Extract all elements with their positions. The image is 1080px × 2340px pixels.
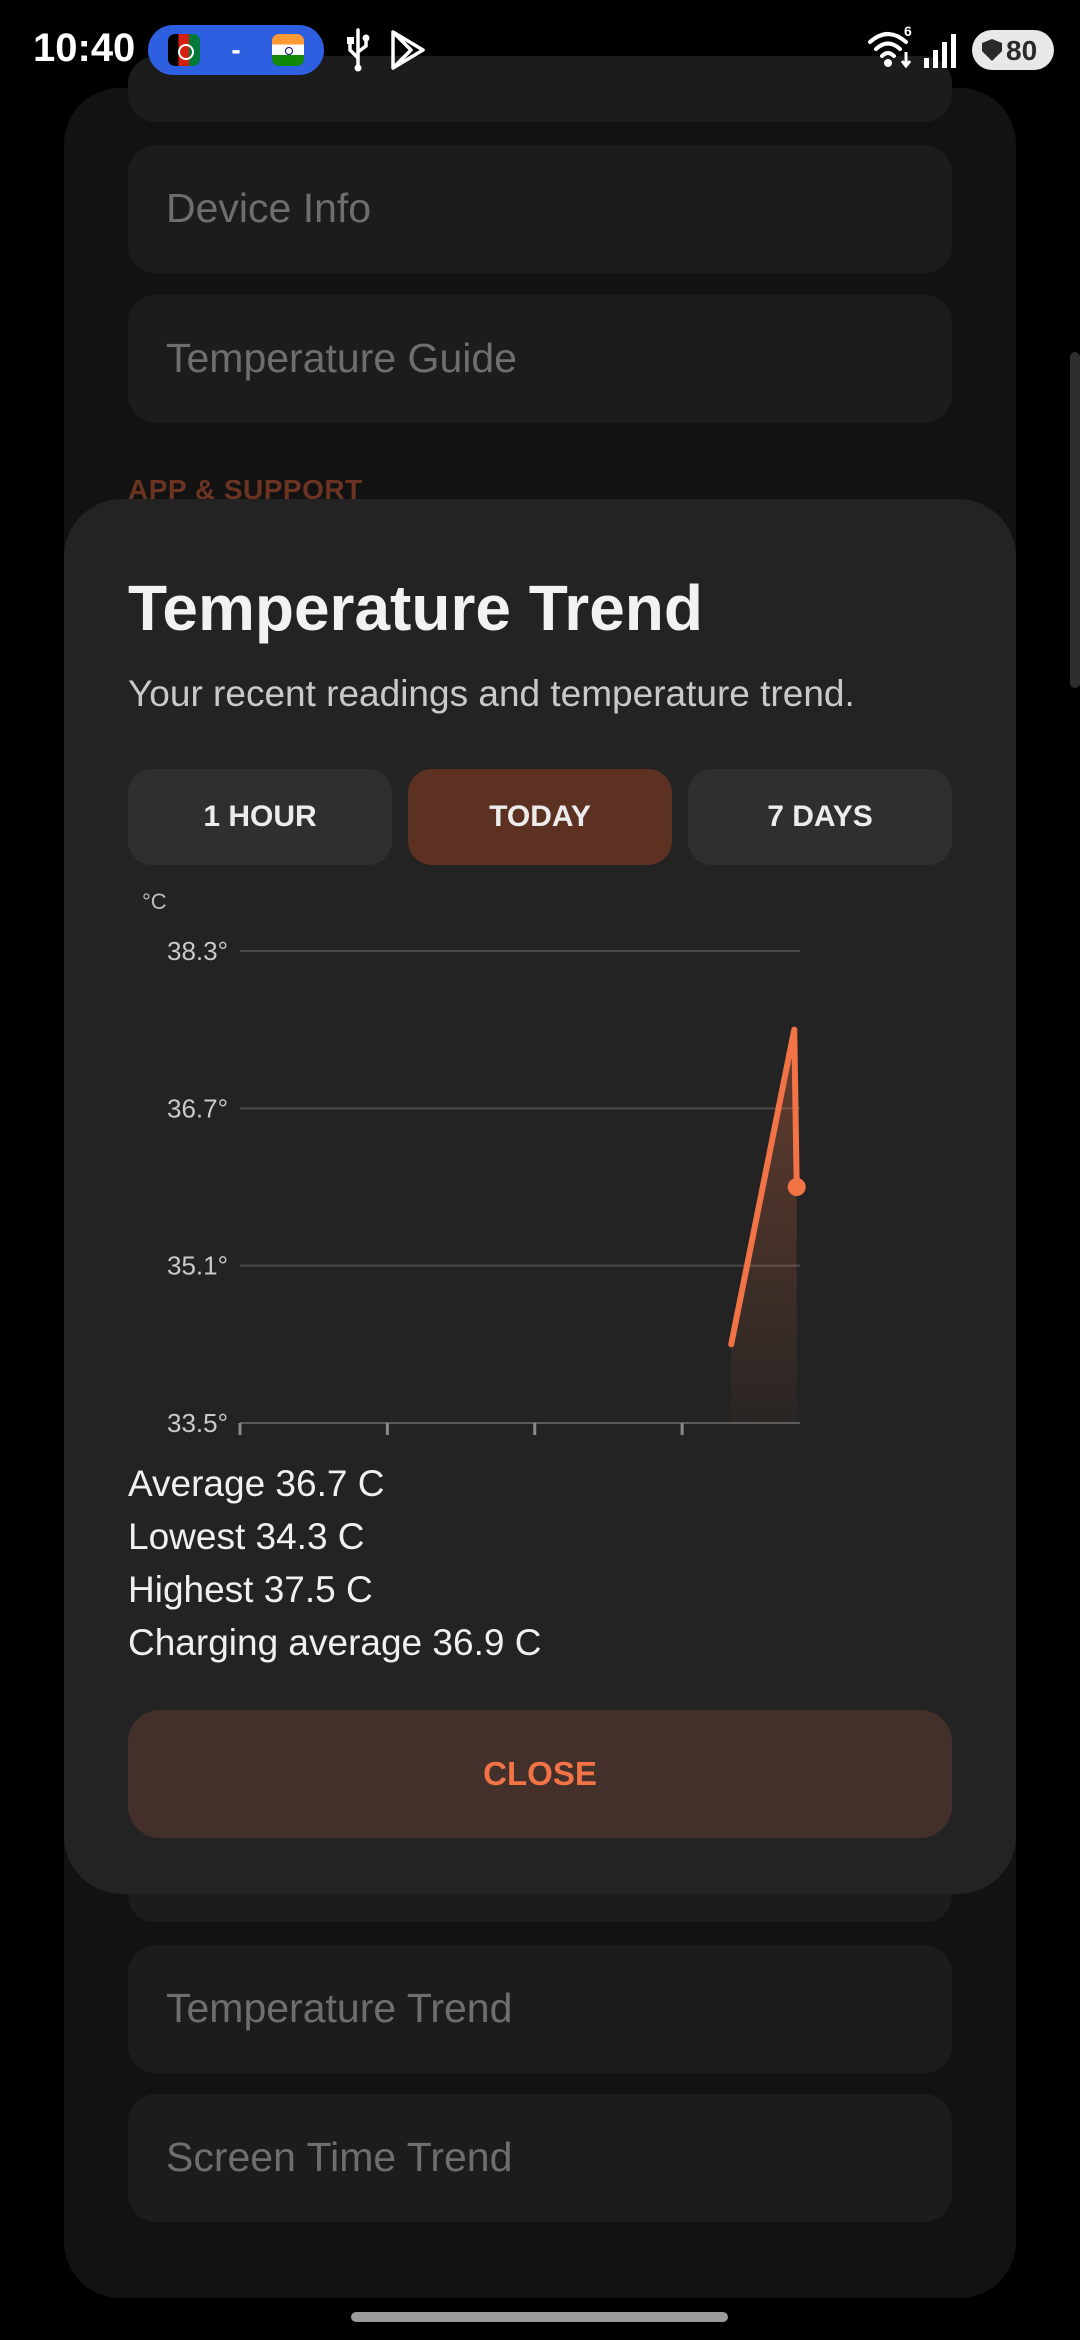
y-axis-unit-label: °C — [142, 889, 167, 914]
live-score-pill[interactable]: - — [148, 25, 324, 75]
close-button[interactable]: CLOSE — [128, 1710, 952, 1838]
temperature-trend-dialog: Temperature Trend Your recent readings a… — [64, 499, 1016, 1894]
dialog-subtitle: Your recent readings and temperature tre… — [128, 673, 855, 714]
status-bar: 10:40 - 6 80 — [0, 0, 1080, 100]
temperature-chart: °C38.3°36.7°35.1°33.5°00:0006:0012:0018:… — [142, 889, 806, 1438]
dialog-title: Temperature Trend — [128, 572, 703, 644]
y-tick-label: 38.3° — [167, 936, 228, 966]
battery-saver-icon — [982, 39, 1002, 61]
temperature-trend-label: Temperature Trend — [166, 1985, 513, 2031]
status-time: 10:40 — [33, 26, 136, 70]
home-indicator[interactable] — [351, 2312, 728, 2322]
y-tick-label: 33.5° — [167, 1408, 228, 1438]
signal-icon — [924, 34, 956, 68]
india-flag-icon — [272, 34, 304, 66]
stat-charging-average: Charging average 36.9 C — [128, 1622, 542, 1663]
latest-reading-point — [787, 1178, 806, 1196]
battery-level: 80 — [1006, 35, 1038, 66]
play-store-icon — [391, 30, 425, 70]
usb-icon — [347, 28, 370, 72]
afghanistan-flag-icon — [168, 34, 200, 66]
scrollbar[interactable] — [1070, 352, 1080, 688]
y-tick-label: 35.1° — [167, 1251, 228, 1281]
stat-lowest: Lowest 34.3 C — [128, 1516, 365, 1557]
screen-time-trend-label: Screen Time Trend — [166, 2134, 513, 2180]
match-separator: - — [231, 34, 241, 65]
device-info-card[interactable]: Device Info — [128, 145, 952, 273]
y-tick-label: 36.7° — [167, 1093, 228, 1123]
range-1-hour-button[interactable]: 1 HOUR — [128, 769, 392, 865]
screen-time-trend-card[interactable]: Screen Time Trend — [128, 2094, 952, 2222]
range-today-button[interactable]: TODAY — [408, 769, 672, 865]
series-area-fill — [731, 1029, 797, 1423]
stat-average: Average 36.7 C — [128, 1463, 385, 1504]
device-info-label: Device Info — [166, 185, 372, 231]
stat-highest: Highest 37.5 C — [128, 1569, 373, 1610]
stats-list: Average 36.7 C Lowest 34.3 C Highest 37.… — [128, 1457, 541, 1669]
battery-indicator: 80 — [972, 30, 1054, 70]
temperature-guide-label: Temperature Guide — [166, 335, 517, 381]
wifi-icon: 6 — [868, 23, 912, 69]
wifi-badge: 6 — [904, 23, 912, 39]
range-7-days-button[interactable]: 7 DAYS — [688, 769, 952, 865]
temperature-guide-card[interactable]: Temperature Guide — [128, 295, 952, 423]
temperature-trend-card[interactable]: Temperature Trend — [128, 1945, 952, 2073]
